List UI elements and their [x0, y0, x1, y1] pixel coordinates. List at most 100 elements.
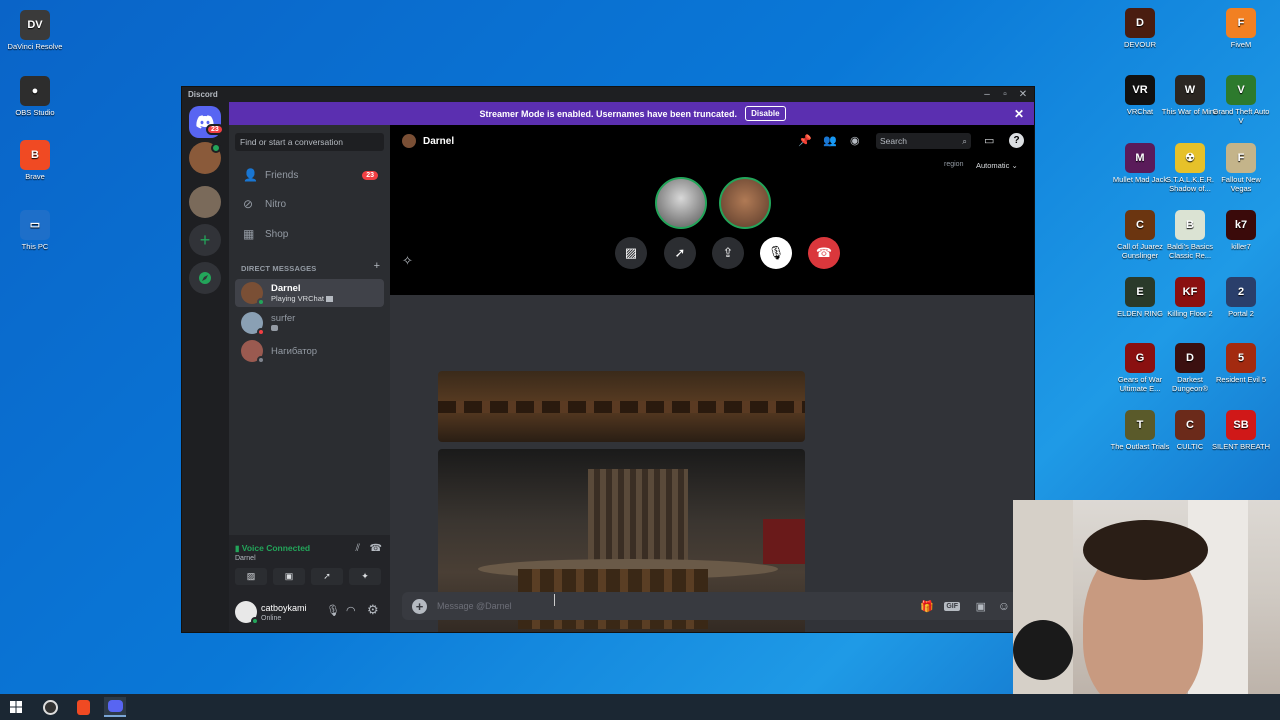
soundboard-button[interactable]: ✦	[349, 568, 381, 585]
headphones-icon[interactable]: ◠	[346, 604, 356, 617]
video-toggle-button[interactable]: ▨	[235, 568, 267, 585]
pin-icon[interactable]: 📌	[798, 134, 812, 147]
nav-shop[interactable]: ▦ Shop	[235, 222, 384, 246]
desktop-icon[interactable]: SB SILENT BREATH	[1211, 410, 1271, 451]
streamer-mode-banner: Streamer Mode is enabled. Usernames have…	[229, 102, 1034, 125]
desktop-icon-label: OBS Studio	[15, 108, 55, 117]
nav-label: Nitro	[265, 198, 287, 210]
app-icon: M	[1125, 143, 1155, 173]
dm-item-surfer[interactable]: surfer	[235, 309, 384, 337]
dm-item-nagibator[interactable]: Нагибатор	[235, 337, 384, 365]
participant-avatar[interactable]	[719, 177, 771, 229]
nitro-icon: ⊘	[243, 197, 254, 211]
app-icon: D	[1175, 343, 1205, 373]
server-avatar[interactable]	[189, 186, 221, 218]
add-server-icon[interactable]: +	[189, 224, 221, 256]
popout-icon[interactable]: ✧	[402, 253, 413, 269]
add-friend-icon[interactable]: 👥	[823, 134, 837, 147]
signal-icon: ▮	[235, 544, 240, 553]
app-icon: C	[1175, 410, 1205, 440]
nav-nitro[interactable]: ⊘ Nitro	[235, 192, 384, 216]
gear-icon[interactable]: ⚙	[367, 602, 379, 618]
desktop-icon[interactable]: D DEVOUR	[1110, 8, 1170, 49]
app-icon: B	[20, 140, 50, 170]
sticker-icon[interactable]: ▣	[976, 600, 986, 613]
dm-item-darnel[interactable]: Darnel Playing VRChat	[235, 279, 384, 307]
desktop-icon-label: killer7	[1231, 242, 1251, 251]
close-window-icon[interactable]: ✕	[1014, 87, 1032, 102]
discord-taskbar-icon[interactable]	[104, 697, 126, 717]
maximize-icon[interactable]: ▫	[996, 87, 1014, 102]
user-panel: catboykami Online 🎙 ◠ ⚙	[229, 590, 390, 632]
app-icon: W	[1175, 75, 1205, 105]
desktop-icon[interactable]: ● OBS Studio	[5, 76, 65, 117]
screenshare-button[interactable]: ▣	[273, 568, 305, 585]
mic-icon[interactable]: 🎙	[326, 604, 340, 617]
noise-suppression-icon[interactable]: ⫽	[356, 543, 360, 554]
server-list: 23 +	[182, 102, 229, 632]
desktop-icon[interactable]: k7 killer7	[1211, 210, 1271, 251]
avatar[interactable]	[235, 601, 259, 625]
app-icon: F	[1226, 8, 1256, 38]
camera-off-button[interactable]: ▨	[615, 237, 647, 269]
windows-start-icon[interactable]	[5, 697, 27, 717]
app-icon: 5	[1226, 343, 1256, 373]
nav-label: Shop	[265, 228, 289, 240]
search-input[interactable]: Find or start a conversation	[235, 133, 384, 151]
activity-icon	[326, 296, 334, 303]
app-icon: C	[1125, 210, 1155, 240]
gif-icon[interactable]: GIF	[944, 601, 960, 611]
desktop-icon[interactable]: ▭ This PC	[5, 210, 65, 251]
message-input[interactable]: Message @Darnel	[437, 601, 512, 611]
message-composer[interactable]: + Message @Darnel 🎁 GIF ▣ ☺	[402, 592, 1022, 620]
nav-label: Friends	[265, 169, 299, 181]
activity-rocket-button[interactable]: ➚	[664, 237, 696, 269]
brave-taskbar-icon[interactable]	[72, 697, 94, 717]
emoji-icon[interactable]: ☺	[998, 599, 1010, 613]
close-banner-icon[interactable]: ✕	[1014, 107, 1024, 121]
desktop-icon[interactable]: 2 Portal 2	[1211, 277, 1271, 318]
voice-panel: ▮ Voice Connected Darnel ⫽ ☎ ▨ ▣ ➚ ✦	[229, 535, 390, 591]
activity-button[interactable]: ➚	[311, 568, 343, 585]
message-image[interactable]	[438, 371, 805, 442]
disable-button[interactable]: Disable	[745, 106, 786, 121]
dm-name: Darnel	[271, 283, 301, 294]
region-select[interactable]: Automatic ⌄	[976, 161, 1018, 170]
dm-activity	[271, 324, 295, 333]
explore-icon[interactable]	[189, 262, 221, 294]
participant-avatar[interactable]	[655, 177, 707, 229]
desktop-icon[interactable]: DV DaVinci Resolve	[5, 10, 65, 51]
friends-icon: 👤	[243, 168, 258, 182]
mute-button[interactable]: 🎙	[760, 237, 792, 269]
desktop-icon[interactable]: 5 Resident Evil 5	[1211, 343, 1271, 384]
hangup-button[interactable]: ☎	[808, 237, 840, 269]
add-dm-icon[interactable]: +	[374, 260, 380, 272]
app-icon: T	[1125, 410, 1155, 440]
nav-friends[interactable]: 👤 Friends 23	[235, 163, 384, 187]
main-panel: Darnel 📌 👥 ◉ Search ⌕ ▭ ? region Automati…	[390, 125, 1034, 632]
header-search[interactable]: Search ⌕	[876, 133, 971, 149]
desktop-icon-label: Resident Evil 5	[1215, 375, 1267, 384]
app-icon: ▭	[20, 210, 50, 240]
profile-icon[interactable]: ◉	[850, 134, 860, 147]
shop-icon: ▦	[243, 227, 255, 241]
taskbar	[0, 694, 1280, 720]
avatar	[241, 312, 265, 336]
desktop-icon-label: Brave	[25, 172, 45, 181]
attach-icon[interactable]: +	[412, 598, 427, 614]
gift-icon[interactable]: 🎁	[920, 600, 934, 613]
inbox-icon[interactable]: ▭	[984, 134, 994, 147]
screenshare-button[interactable]: ⇪	[712, 237, 744, 269]
desktop-icon[interactable]: F FiveM	[1211, 8, 1271, 49]
obs-taskbar-icon[interactable]	[39, 697, 61, 717]
call-area: region Automatic ⌄ ✧ ▨ ➚ ⇪ 🎙 ☎	[390, 157, 1034, 295]
help-icon[interactable]: ?	[1009, 133, 1024, 148]
minimize-icon[interactable]: –	[978, 87, 996, 102]
desktop-icon[interactable]: B Brave	[5, 140, 65, 181]
desktop-icon[interactable]: V Grand Theft Auto V	[1211, 75, 1271, 125]
app-icon: DV	[20, 10, 50, 40]
disconnect-icon[interactable]: ☎	[370, 543, 382, 554]
desktop-icon-label: Grand Theft Auto V	[1212, 107, 1270, 125]
friends-badge: 23	[362, 170, 378, 180]
desktop-icon[interactable]: F Fallout New Vegas	[1211, 143, 1271, 193]
